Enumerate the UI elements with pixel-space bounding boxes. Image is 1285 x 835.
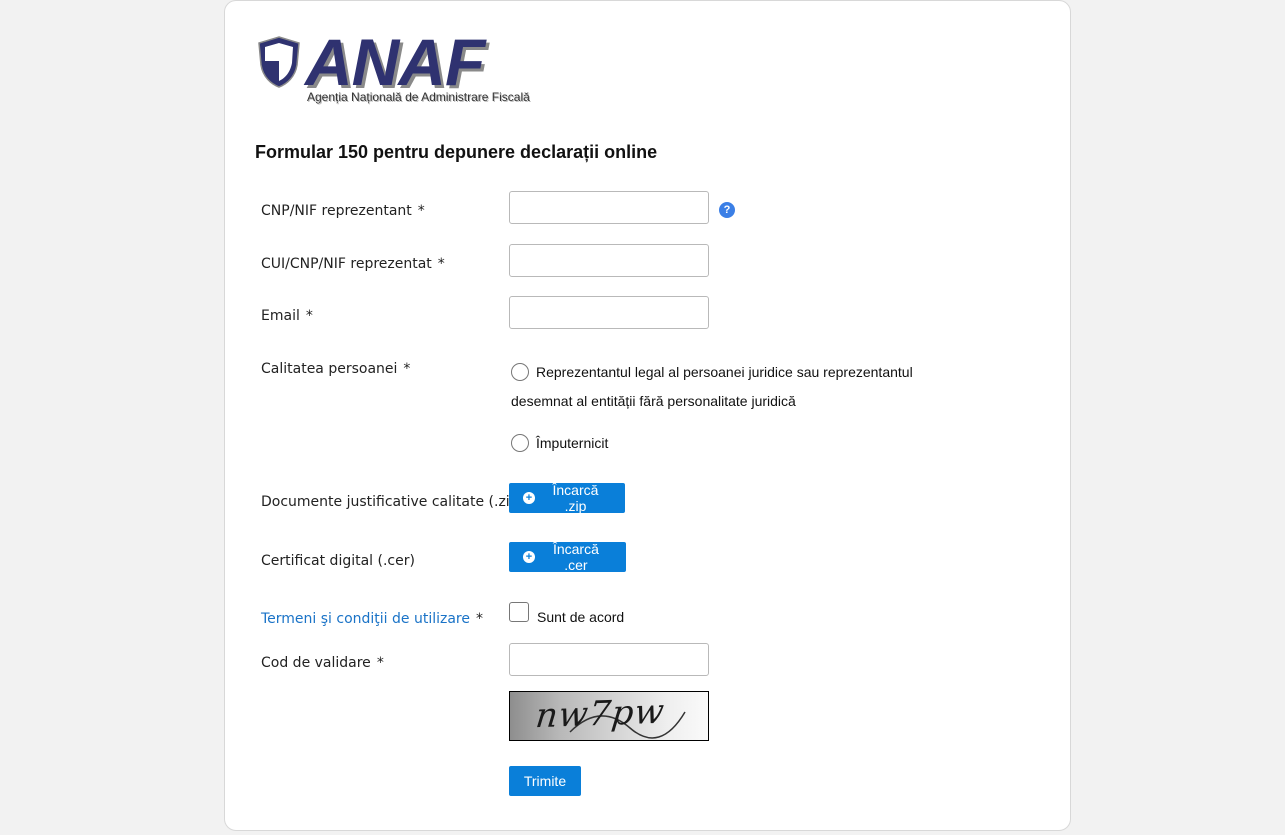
cod-validare-input[interactable]: [509, 643, 709, 676]
radio-reprezentant-legal-label: Reprezentantul legal al persoanei juridi…: [536, 364, 913, 380]
radio-imputernicit-label: Împuternicit: [536, 435, 609, 451]
page-title: Formular 150 pentru depunere declarații …: [255, 142, 658, 162]
plus-circle-icon: +: [523, 492, 535, 504]
submit-button[interactable]: Trimite: [509, 766, 581, 796]
anaf-logo: ANAF Agenția Națională de Administrare F…: [257, 29, 537, 109]
required-mark: *: [403, 361, 411, 377]
required-mark: *: [437, 256, 445, 272]
upload-cer-button[interactable]: + Încarcă .cer: [509, 541, 626, 573]
form-card: ANAF Agenția Națională de Administrare F…: [224, 0, 1071, 831]
termeni-label: Termeni şi condiţii de utilizare *: [261, 611, 483, 627]
shield-icon: [258, 36, 300, 88]
required-mark: *: [476, 611, 483, 627]
cod-validare-label: Cod de validare *: [261, 655, 384, 671]
upload-zip-button[interactable]: + Încarcă .zip: [509, 482, 625, 514]
captcha-text: nw7pw: [533, 691, 667, 737]
required-mark: *: [417, 203, 425, 219]
cui-reprezentat-input[interactable]: [509, 244, 709, 277]
help-icon[interactable]: ?: [719, 202, 735, 218]
cnp-reprezentant-label: CNP/NIF reprezentant *: [261, 203, 425, 219]
required-mark: *: [305, 308, 313, 324]
termeni-link[interactable]: Termeni şi condiţii de utilizare: [261, 611, 470, 627]
email-label: Email *: [261, 308, 313, 324]
cui-reprezentat-label: CUI/CNP/NIF reprezentat *: [261, 256, 445, 272]
plus-circle-icon: +: [523, 551, 535, 563]
radio-reprezentant-legal-label-line2: desemnat al entității fără personalitate…: [511, 393, 796, 409]
calitatea-label: Calitatea persoanei *: [261, 361, 411, 377]
captcha-image: nw7pw: [509, 691, 709, 741]
cnp-reprezentant-input[interactable]: [509, 191, 709, 224]
agree-checkbox-label: Sunt de acord: [537, 609, 625, 625]
logo-subtitle: Agenția Națională de Administrare Fiscal…: [307, 90, 530, 104]
documente-label: Documente justificative calitate (.zip): [261, 494, 525, 510]
required-mark: *: [376, 655, 384, 671]
email-input[interactable]: [509, 296, 709, 329]
logo-wordmark: ANAF: [305, 25, 485, 99]
certificat-label: Certificat digital (.cer): [261, 553, 415, 569]
radio-reprezentant-legal[interactable]: [511, 363, 529, 381]
agree-checkbox[interactable]: [509, 602, 529, 622]
radio-imputernicit[interactable]: [511, 434, 529, 452]
